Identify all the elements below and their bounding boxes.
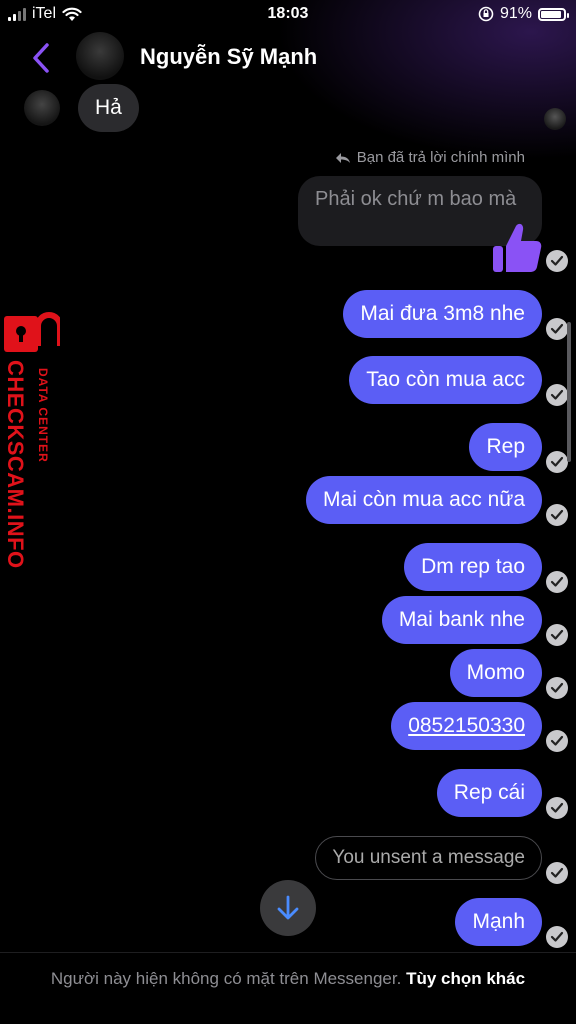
- watermark-main-text: CHECKSCAM.INFO: [3, 360, 28, 569]
- reply-label-text: Bạn đã trả lời chính mình: [356, 149, 525, 166]
- thumbs-up-icon[interactable]: [492, 222, 542, 274]
- chat-header: Nguyễn Sỹ Mạnh: [0, 32, 576, 84]
- watermark-sub-text: DATA CENTER: [36, 368, 50, 463]
- reply-context: Bạn đã trả lời chính mình: [335, 149, 525, 166]
- sent-check-icon: [546, 926, 568, 948]
- back-chevron-icon[interactable]: [28, 40, 54, 76]
- outgoing-message[interactable]: Momo: [449, 649, 542, 697]
- sent-check-icon: [546, 451, 568, 473]
- more-options-link[interactable]: Tùy chọn khác: [406, 969, 525, 988]
- outgoing-message[interactable]: Tao còn mua acc: [349, 356, 542, 404]
- watermark: CHECKSCAM.INFO DATA CENTER: [3, 312, 64, 592]
- contact-avatar[interactable]: [76, 32, 124, 80]
- outgoing-message[interactable]: Mạnh: [455, 898, 542, 946]
- arrow-down-icon: [277, 895, 299, 920]
- sent-check-icon: [546, 730, 568, 752]
- incoming-avatar[interactable]: [24, 90, 60, 126]
- unsent-message[interactable]: You unsent a message: [315, 836, 542, 880]
- footer-notice: Người này hiện không có mặt trên Messeng…: [0, 952, 576, 1024]
- sent-check-icon: [546, 384, 568, 406]
- read-receipt-avatar: [544, 108, 566, 130]
- status-right: 91%: [478, 5, 569, 23]
- sent-check-icon: [546, 624, 568, 646]
- sent-check-icon: [546, 677, 568, 699]
- outgoing-message[interactable]: Mai đưa 3m8 nhe: [343, 290, 542, 338]
- battery-percent: 91%: [499, 5, 532, 22]
- orientation-lock-icon: [478, 6, 494, 22]
- sent-check-icon: [546, 862, 568, 884]
- outgoing-message[interactable]: Rep cái: [436, 769, 542, 817]
- scroll-to-bottom-button[interactable]: [260, 880, 316, 936]
- outgoing-message[interactable]: Dm rep tao: [404, 543, 542, 591]
- lock-icon: [4, 312, 60, 352]
- battery-icon: [538, 7, 569, 21]
- sent-check-icon: [546, 797, 568, 819]
- sent-check-icon: [546, 250, 568, 272]
- sent-check-icon: [546, 318, 568, 340]
- outgoing-message[interactable]: Rep: [469, 423, 542, 471]
- sent-check-icon: [546, 504, 568, 526]
- outgoing-message[interactable]: Mai bank nhe: [381, 596, 542, 644]
- incoming-message[interactable]: Hả: [78, 84, 139, 132]
- scrollbar[interactable]: [567, 322, 571, 462]
- sent-check-icon: [546, 571, 568, 593]
- outgoing-message[interactable]: Mai còn mua acc nữa: [306, 476, 542, 524]
- status-bar: iTel 18:03 91%: [0, 0, 576, 30]
- contact-name[interactable]: Nguyễn Sỹ Mạnh: [140, 44, 317, 70]
- reply-arrow-icon: [335, 152, 350, 163]
- footer-notice-text: Người này hiện không có mặt trên Messeng…: [50, 969, 402, 988]
- outgoing-message-link[interactable]: 0852150330: [391, 702, 542, 750]
